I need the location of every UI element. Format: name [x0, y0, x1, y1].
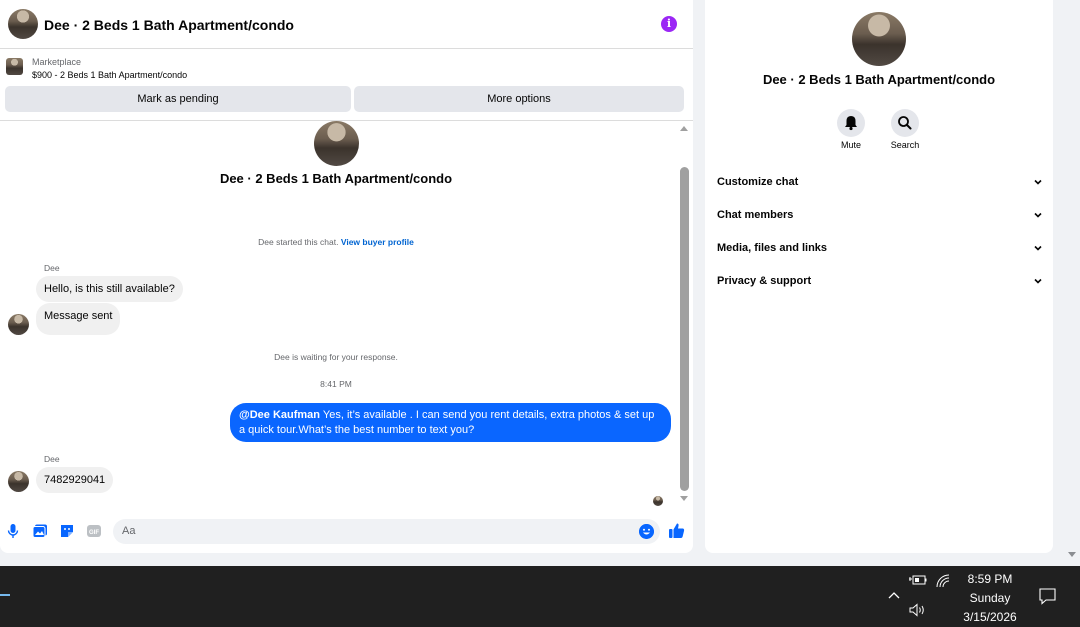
scroll-up-arrow[interactable]: [680, 126, 688, 131]
chat-panel: Dee · 2 Beds 1 Bath Apartment/condo i Ma…: [0, 0, 693, 553]
page-scroll-down-arrow[interactable]: [1068, 552, 1076, 557]
notifications-icon[interactable]: [1039, 588, 1056, 605]
active-app-indicator[interactable]: [0, 594, 10, 596]
section-chat-members[interactable]: Chat members: [717, 205, 1043, 225]
message-bubble[interactable]: Message sent: [36, 303, 121, 335]
section-label: Customize chat: [717, 176, 799, 188]
clock-day: Sunday: [969, 591, 1011, 605]
message-input[interactable]: Aa: [113, 519, 660, 544]
chevron-up-icon[interactable]: [887, 590, 901, 600]
info-title: Dee · 2 Beds 1 Bath Apartment/condo: [762, 72, 996, 87]
message-bubble[interactable]: 7482929041: [36, 467, 114, 493]
section-label: Media, files and links: [717, 242, 828, 254]
section-label: Privacy & support: [717, 275, 812, 287]
chat-started-text: Dee started this chat.: [258, 237, 339, 247]
gif-icon[interactable]: GIF: [86, 523, 102, 539]
battery-icon[interactable]: [909, 574, 927, 586]
chat-info-panel: Dee · 2 Beds 1 Bath Apartment/condo Mute…: [705, 0, 1053, 553]
message-bubble[interactable]: Hello, is this still available?: [36, 276, 183, 302]
sender-name: Dee: [44, 454, 60, 464]
network-icon[interactable]: [936, 574, 950, 588]
clock-date: 3/15/2026: [963, 610, 1017, 624]
scrollbar-thumb[interactable]: [680, 167, 689, 491]
sender-avatar[interactable]: [8, 314, 29, 335]
section-customize-chat[interactable]: Customize chat: [717, 172, 1043, 192]
thread-avatar[interactable]: [314, 121, 359, 166]
chat-title[interactable]: Dee · 2 Beds 1 Bath Apartment/condo: [44, 17, 294, 33]
sender-avatar[interactable]: [8, 471, 29, 492]
contact-avatar[interactable]: [8, 9, 38, 39]
chat-started-note: Dee started this chat. View buyer profil…: [0, 237, 672, 247]
sender-name: Dee: [44, 263, 60, 273]
bell-icon: [845, 116, 857, 131]
more-options-button[interactable]: More options: [354, 86, 684, 112]
divider: [0, 120, 693, 121]
chevron-down-icon: [1034, 245, 1042, 251]
mention[interactable]: @Dee Kaufman: [239, 409, 320, 421]
mute-button[interactable]: [837, 109, 865, 137]
outgoing-message-bubble[interactable]: @Dee Kaufman Yes, it’s available . I can…: [230, 403, 671, 442]
photo-icon[interactable]: [32, 523, 48, 539]
system-clock[interactable]: 8:59 PM Sunday 3/15/2026: [955, 570, 1025, 627]
taskbar: 8:59 PM Sunday 3/15/2026: [0, 566, 1080, 627]
search-icon: [898, 116, 912, 130]
search-button[interactable]: [891, 109, 919, 137]
thumbs-up-icon[interactable]: [668, 522, 685, 539]
message-timestamp: 8:41 PM: [320, 379, 352, 389]
emoji-icon[interactable]: [639, 524, 654, 539]
view-buyer-profile-link[interactable]: View buyer profile: [341, 237, 414, 247]
marketplace-label: Marketplace: [32, 57, 82, 67]
clock-time: 8:59 PM: [967, 572, 1013, 586]
search-label: Search: [890, 140, 920, 150]
section-media-files-links[interactable]: Media, files and links: [717, 238, 1043, 258]
chat-header: Dee · 2 Beds 1 Bath Apartment/condo i: [0, 0, 693, 49]
section-label: Chat members: [717, 209, 794, 221]
volume-icon[interactable]: [909, 603, 927, 617]
seen-indicator-avatar: [653, 496, 663, 506]
mute-label: Mute: [840, 140, 861, 150]
mark-as-pending-button[interactable]: Mark as pending: [5, 86, 351, 112]
svg-text:GIF: GIF: [89, 530, 99, 536]
chevron-down-icon: [1034, 179, 1042, 185]
chevron-down-icon: [1034, 212, 1042, 218]
profile-avatar[interactable]: [852, 12, 906, 66]
chevron-down-icon: [1034, 278, 1042, 284]
section-privacy-support[interactable]: Privacy & support: [717, 271, 1043, 291]
waiting-note: Dee is waiting for your response.: [274, 352, 398, 362]
info-icon[interactable]: i: [661, 16, 677, 32]
listing-thumbnail[interactable]: [6, 58, 23, 75]
microphone-icon[interactable]: [5, 523, 21, 539]
scroll-down-arrow[interactable]: [680, 496, 688, 501]
thread-title: Dee · 2 Beds 1 Bath Apartment/condo: [219, 171, 453, 186]
sticker-icon[interactable]: [59, 523, 75, 539]
listing-title[interactable]: $900 - 2 Beds 1 Bath Apartment/condo: [32, 70, 187, 80]
